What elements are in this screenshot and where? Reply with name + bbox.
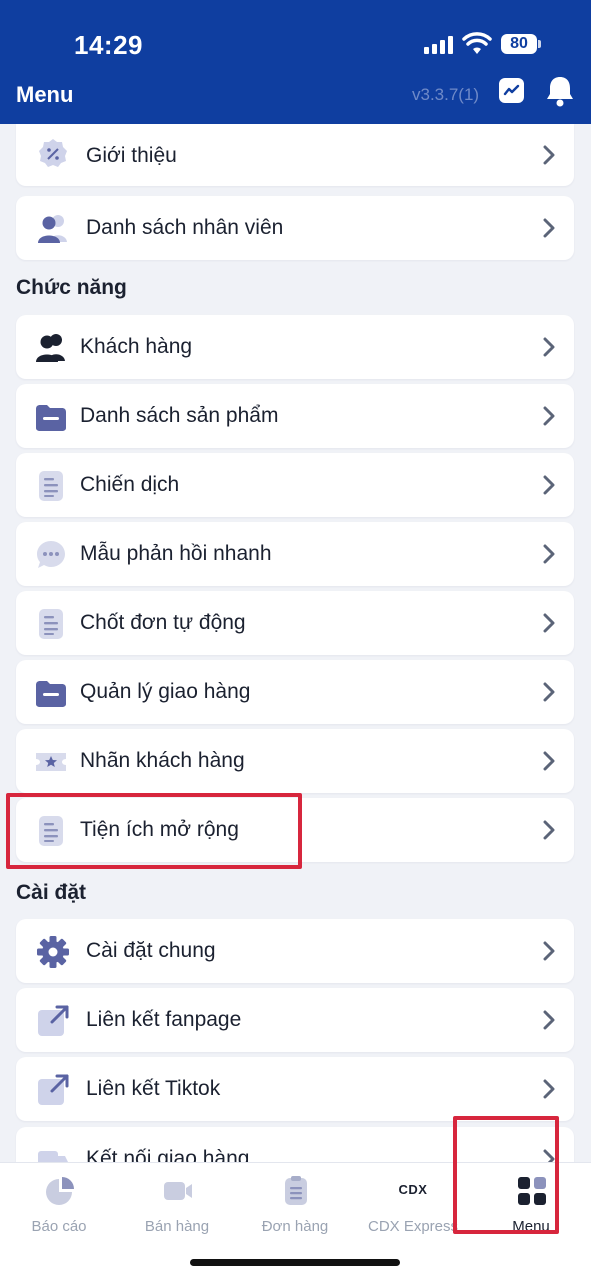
folder-icon: [36, 405, 66, 431]
battery-indicator: 80: [501, 34, 537, 54]
menu-item-chien-dich[interactable]: Chiến dịch: [16, 453, 574, 517]
gear-icon: [37, 936, 69, 968]
chevron-right-icon: [543, 475, 555, 495]
menu-item-label: Liên kết Tiktok: [86, 1077, 221, 1100]
badge-percent-icon: [39, 139, 67, 167]
wifi-icon: [462, 32, 492, 54]
truck-icon: [38, 1151, 68, 1162]
chevron-right-icon: [543, 941, 555, 961]
tab-ban-hang[interactable]: Bán hàng: [118, 1163, 236, 1253]
tab-cdx-express[interactable]: CDX CDX Express: [354, 1163, 472, 1253]
section-title-cai-dat: Cài đặt: [16, 881, 87, 904]
chat-bubble-icon: [37, 541, 65, 568]
tab-label: Đơn hàng: [261, 1218, 329, 1235]
trend-chart-button[interactable]: [499, 78, 524, 103]
tab-label: CDX Express: [367, 1218, 459, 1235]
tab-label: Bán hàng: [144, 1218, 210, 1235]
menu-item-label: Kết nối giao hàng: [86, 1147, 250, 1162]
grid-icon: [518, 1177, 546, 1205]
chevron-right-icon: [543, 751, 555, 771]
home-indicator: [190, 1259, 400, 1266]
section-title-chuc-nang: Chức năng: [16, 276, 127, 299]
menu-item-label: Liên kết fanpage: [86, 1008, 242, 1031]
chevron-right-icon: [543, 145, 555, 165]
chevron-right-icon: [543, 544, 555, 564]
status-time: 14:29: [74, 30, 143, 60]
menu-item-khach-hang[interactable]: Khách hàng: [16, 315, 574, 379]
cdx-logo-icon: CDX: [390, 1181, 436, 1201]
chevron-right-icon: [543, 682, 555, 702]
menu-item-label: Giới thiệu: [86, 144, 177, 167]
menu-item-label: Quản lý giao hàng: [80, 680, 251, 703]
menu-item-cai-dat-chung[interactable]: Cài đặt chung: [16, 919, 574, 983]
chevron-right-icon: [543, 1079, 555, 1099]
cellular-signal-icon: [424, 36, 454, 54]
menu-item-nhan-khach-hang[interactable]: Nhãn khách hàng: [16, 729, 574, 793]
menu-item-label: Chiến dịch: [80, 473, 180, 496]
users-icon: [38, 215, 67, 243]
external-link-icon: [38, 1074, 69, 1105]
tab-bao-cao[interactable]: Báo cáo: [0, 1163, 118, 1253]
chevron-right-icon: [543, 1149, 555, 1162]
app-version: v3.3.7(1): [412, 85, 480, 104]
menu-item-label: Nhãn khách hàng: [80, 749, 245, 772]
external-link-icon: [38, 1005, 69, 1036]
tab-menu[interactable]: Menu: [472, 1163, 590, 1253]
pie-chart-icon: [46, 1177, 74, 1205]
menu-item-label: Tiện ích mở rộng: [80, 818, 239, 841]
menu-scroll-area[interactable]: Giới thiệu Danh sách nhân viên Chức năng…: [0, 124, 591, 1162]
menu-item-quan-ly-giao-hang[interactable]: Quản lý giao hàng: [16, 660, 574, 724]
folder-icon: [36, 681, 66, 707]
document-icon: [39, 471, 63, 501]
menu-item-label: Mẫu phản hồi nhanh: [80, 542, 272, 565]
cdx-logo-text: CDX: [398, 1182, 428, 1197]
chevron-right-icon: [543, 218, 555, 238]
menu-item-label: Chốt đơn tự động: [80, 611, 246, 634]
menu-item-lien-ket-tiktok[interactable]: Liên kết Tiktok: [16, 1057, 574, 1121]
tab-label: Báo cáo: [31, 1218, 87, 1235]
chevron-right-icon: [543, 337, 555, 357]
chevron-right-icon: [543, 1010, 555, 1030]
menu-item-label: Cài đặt chung: [86, 939, 216, 962]
menu-item-label: Danh sách nhân viên: [86, 216, 284, 239]
users-icon: [36, 334, 65, 362]
menu-item-chot-don-tu-dong[interactable]: Chốt đơn tự động: [16, 591, 574, 655]
page-title: Menu: [16, 82, 74, 107]
battery-nub: [538, 40, 541, 48]
chevron-right-icon: [543, 613, 555, 633]
chevron-right-icon: [543, 406, 555, 426]
document-icon: [39, 816, 63, 846]
menu-item-label: Danh sách sản phẩm: [80, 404, 279, 427]
menu-item-tien-ich-mo-rong[interactable]: Tiện ích mở rộng: [16, 798, 574, 862]
chevron-right-icon: [543, 820, 555, 840]
menu-item-gioi-thieu[interactable]: Giới thiệu: [16, 124, 574, 186]
clipboard-icon: [285, 1176, 307, 1205]
document-icon: [39, 609, 63, 639]
ticket-star-icon: [36, 753, 66, 771]
menu-item-lien-ket-fanpage[interactable]: Liên kết fanpage: [16, 988, 574, 1052]
tab-don-hang[interactable]: Đơn hàng: [236, 1163, 354, 1253]
menu-item-mau-phan-hoi-nhanh[interactable]: Mẫu phản hồi nhanh: [16, 522, 574, 586]
menu-item-label: Khách hàng: [80, 335, 193, 358]
app-header: 14:29 80 Menu v3.3.7(1): [0, 0, 591, 124]
menu-item-ket-noi-giao-hang[interactable]: Kết nối giao hàng: [16, 1127, 574, 1162]
menu-item-danh-sach-nhan-vien[interactable]: Danh sách nhân viên: [16, 196, 574, 260]
menu-item-danh-sach-san-pham[interactable]: Danh sách sản phẩm: [16, 384, 574, 448]
tab-label: Menu: [512, 1218, 550, 1235]
notification-bell-icon[interactable]: [544, 74, 576, 108]
video-icon: [164, 1182, 192, 1200]
trend-chart-icon: [503, 84, 520, 96]
